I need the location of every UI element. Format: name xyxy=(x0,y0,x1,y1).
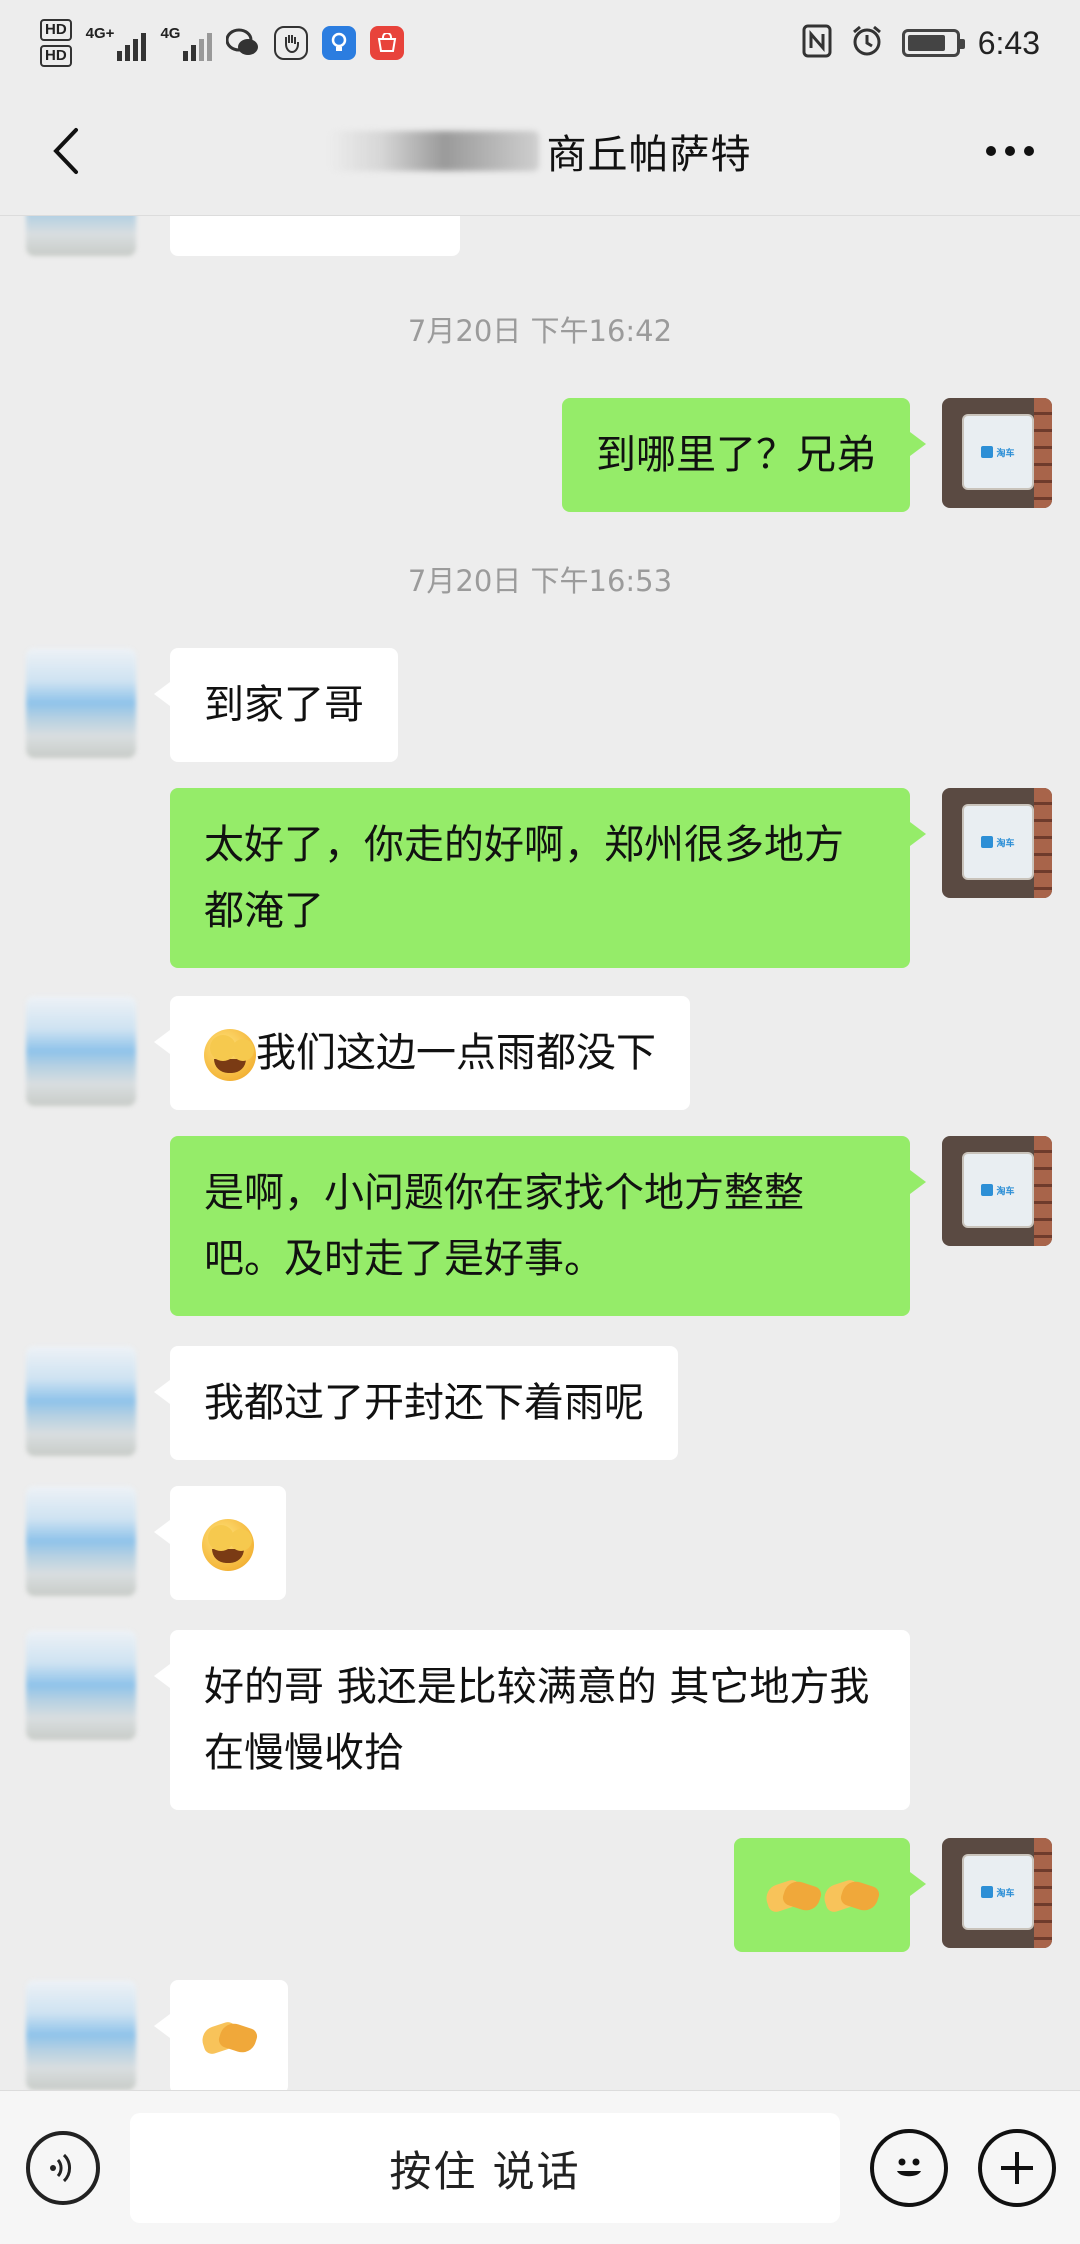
self-avatar[interactable]: 淘车 xyxy=(942,1838,1052,1948)
message-bubble-incoming[interactable]: 我们这边一点雨都没下 xyxy=(154,996,690,1110)
message-text: 好的哥 我还是比较满意的 其它地方我在慢慢收拾 xyxy=(204,1664,870,1776)
alarm-icon xyxy=(850,24,884,62)
hand-stop-icon xyxy=(274,26,309,60)
message-bubble-outgoing[interactable]: 太好了，你走的好啊，郑州很多地方都淹了 xyxy=(170,788,926,968)
redacted-title-part xyxy=(328,130,539,171)
more-functions-button[interactable] xyxy=(978,2129,1056,2207)
back-button[interactable] xyxy=(30,116,100,186)
huawei-store-icon xyxy=(370,26,405,60)
contact-avatar[interactable] xyxy=(26,216,136,256)
emoji-button[interactable] xyxy=(870,2129,948,2207)
message-bubble-incoming-emoji[interactable] xyxy=(154,1980,288,2090)
handshake-emoji-icon xyxy=(820,1875,882,1919)
bulb-app-icon xyxy=(322,26,357,60)
message-bubble-incoming-emoji[interactable] xyxy=(154,1486,286,1600)
more-options-button[interactable] xyxy=(970,116,1050,186)
keyboard-toggle-button[interactable] xyxy=(26,2131,100,2205)
message-text: 我都过了开封还下着雨呢 xyxy=(204,1380,644,1426)
contact-avatar[interactable] xyxy=(26,996,136,1106)
message-bubble-incoming[interactable]: 我都过了开封还下着雨呢 xyxy=(154,1346,678,1460)
self-avatar[interactable]: 淘车 xyxy=(942,398,1052,508)
self-avatar[interactable]: 淘车 xyxy=(942,1136,1052,1246)
message-bubble-incoming[interactable]: 到家了哥 xyxy=(154,648,398,762)
message-text: 太好了，你走的好啊，郑州很多地方都淹了 xyxy=(204,822,844,934)
timestamp-1: 7月20日 下午16:42 xyxy=(407,314,673,348)
contact-avatar[interactable] xyxy=(26,1346,136,1456)
message-bubble-incoming[interactable]: 好的哥 我还是比较满意的 其它地方我在慢慢收拾 xyxy=(154,1630,910,1810)
wechat-icon xyxy=(226,26,260,60)
nfc-icon xyxy=(802,24,832,62)
hold-to-talk-label: 按住 说话 xyxy=(389,2146,581,2196)
message-text: 是啊，小问题你在家找个地方整整吧。及时走了是好事。 xyxy=(204,1170,804,1282)
chat-message-list[interactable]: 7月20日 下午16:42 到哪里了？兄弟 淘车 7月20日 下午16:53 到… xyxy=(0,216,1080,2090)
smiley-icon xyxy=(897,2158,921,2177)
chat-title: 商丘帕萨特 xyxy=(546,131,752,178)
contact-avatar[interactable] xyxy=(26,1630,136,1740)
signal-strength-icon-1: 4G+ xyxy=(86,25,147,61)
message-bubble-incoming-cutoff[interactable] xyxy=(170,216,460,256)
contact-avatar[interactable] xyxy=(26,648,136,758)
plus-icon xyxy=(1001,2152,1033,2184)
input-bar: 按住 说话 xyxy=(0,2090,1080,2244)
message-text: 我们这边一点雨都没下 xyxy=(256,1030,656,1076)
sim1-hd-icon: HD xyxy=(40,19,72,41)
message-bubble-outgoing-emoji[interactable] xyxy=(734,1838,926,1952)
status-bar: HD HD 4G+ 4G 6:43 xyxy=(0,0,1080,86)
handshake-emoji-icon xyxy=(762,1875,824,1919)
facepalm-emoji-icon xyxy=(204,1029,256,1081)
message-text: 到哪里了？兄弟 xyxy=(596,432,876,478)
hold-to-talk-button[interactable]: 按住 说话 xyxy=(130,2113,840,2223)
more-dot-icon xyxy=(986,146,996,156)
message-bubble-outgoing[interactable]: 到哪里了？兄弟 xyxy=(562,398,926,512)
voice-wave-icon xyxy=(50,2153,71,2183)
sim2-hd-icon: HD xyxy=(40,45,72,67)
battery-icon xyxy=(901,29,965,57)
contact-avatar[interactable] xyxy=(26,1486,136,1596)
sim-indicators: HD HD xyxy=(40,19,72,67)
facepalm-emoji-icon xyxy=(202,1519,254,1571)
signal-strength-icon-2: 4G xyxy=(160,25,213,61)
chevron-left-icon xyxy=(53,128,78,174)
status-time: 6:43 xyxy=(977,24,1040,61)
contact-avatar[interactable] xyxy=(26,1980,136,2090)
message-bubble-outgoing[interactable]: 是啊，小问题你在家找个地方整整吧。及时走了是好事。 xyxy=(170,1136,926,1316)
message-text: 到家了哥 xyxy=(204,682,364,728)
timestamp-2: 7月20日 下午16:53 xyxy=(407,564,673,598)
handshake-emoji-icon xyxy=(198,2017,260,2061)
chat-header: 商丘帕萨特 xyxy=(0,86,1080,216)
self-avatar[interactable]: 淘车 xyxy=(942,788,1052,898)
